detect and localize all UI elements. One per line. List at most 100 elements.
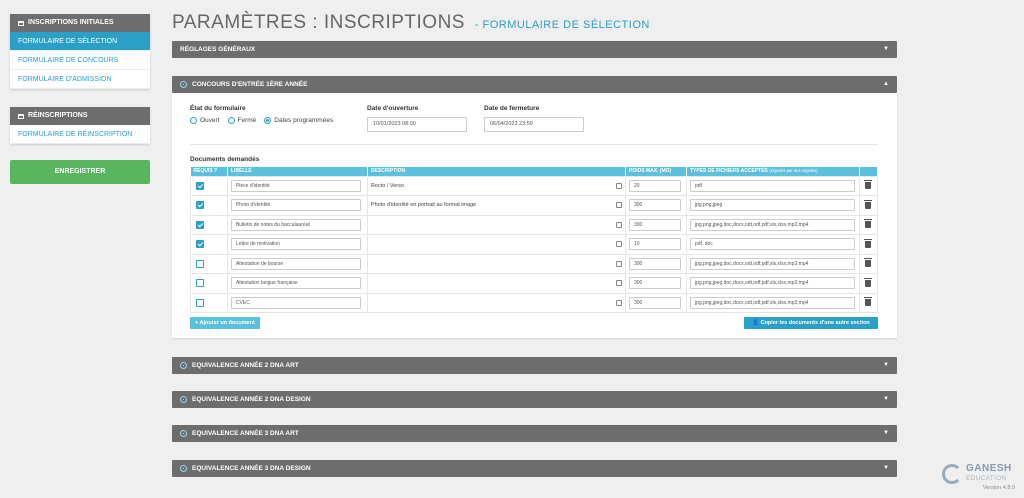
edit-icon[interactable]	[616, 202, 622, 208]
label-input[interactable]: Pièce d'identité	[230, 179, 361, 192]
caret-down-icon: ▼	[883, 396, 889, 402]
label-input[interactable]: Lettre de motivation	[230, 238, 361, 251]
label-cell: Pièce d'identité	[226, 175, 368, 196]
section-general[interactable]: RÉGLAGES GÉNÉRAUX ▼	[172, 41, 897, 58]
description-cell[interactable]: Recto / Verso	[366, 175, 627, 196]
section-equiv-2-design[interactable]: EQUIVALENCE ANNÉE 2 DNA DESIGN ▼	[172, 391, 897, 408]
weight-input[interactable]: 20	[629, 179, 681, 192]
section-equiv-3-art[interactable]: EQUIVALENCE ANNÉE 3 DNA ART ▼	[172, 425, 897, 442]
section-equiv-2-art[interactable]: EQUIVALENCE ANNÉE 2 DNA ART ▼	[172, 357, 897, 374]
divider	[190, 144, 878, 145]
edit-icon[interactable]	[616, 280, 622, 286]
trash-icon[interactable]	[864, 277, 873, 287]
section-concours-1[interactable]: CONCOURS D'ENTRÉE 1ÈRE ANNÉE ▲	[172, 76, 897, 93]
trash-icon[interactable]	[864, 199, 873, 209]
save-button[interactable]: ENREGISTRER	[10, 160, 150, 184]
description-cell[interactable]	[366, 234, 627, 255]
radio-open-dot[interactable]	[190, 117, 197, 124]
edit-icon[interactable]	[616, 221, 622, 228]
label-input[interactable]: Attestation langue française	[230, 277, 361, 290]
edit-icon[interactable]	[616, 299, 622, 306]
types-input[interactable]: jpg,png,jpeg	[689, 199, 855, 212]
types-input[interactable]: pdf	[689, 179, 855, 192]
weight-input[interactable]: 300	[629, 277, 681, 290]
trash-icon[interactable]	[864, 258, 873, 268]
sidebar-group-initial: INSCRIPTIONS INITIALES FORMULAIRE DE SÉL…	[10, 14, 150, 89]
section-equiv-3-design[interactable]: EQUIVALENCE ANNÉE 3 DNA DESIGN ▼	[172, 460, 897, 477]
table-row: Attestation langue française 300 jpg,png,j…	[190, 273, 879, 294]
section-label: EQUIVALENCE ANNÉE 3 DNA DESIGN	[192, 465, 311, 472]
weight-input[interactable]: 300	[629, 218, 681, 231]
col-actions	[859, 167, 879, 176]
types-input[interactable]: jpg,png,jpeg,doc,docx,odt,odf,pdf,xls,xl…	[689, 296, 855, 309]
radio-open-label: Ouvert	[200, 117, 220, 124]
add-document-button[interactable]: + Ajouter un document	[190, 317, 260, 329]
sidebar-header-reinscription: RÉINSCRIPTIONS	[10, 107, 150, 125]
required-checkbox[interactable]	[196, 201, 204, 210]
weight-input[interactable]: 10	[629, 238, 681, 251]
weight-input[interactable]: 300	[629, 296, 681, 309]
types-cell: jpg,png,jpeg,doc,docx,odt,odf,pdf,xls,xl…	[685, 273, 860, 294]
trash-icon[interactable]	[864, 297, 873, 307]
required-checkbox[interactable]	[196, 298, 204, 307]
section-label: EQUIVALENCE ANNÉE 2 DNA DESIGN	[192, 396, 311, 403]
radio-closed-dot[interactable]	[227, 117, 235, 124]
label-cell: Attestation de bourse	[226, 253, 368, 274]
weight-input[interactable]: 300	[629, 257, 681, 270]
label-input[interactable]: CVEC	[230, 296, 361, 309]
table-row: Lettre de motivation 10 pdf, doc	[190, 234, 879, 255]
weight-input[interactable]: 300	[629, 199, 681, 212]
edit-icon[interactable]	[616, 182, 622, 189]
required-checkbox[interactable]	[196, 279, 204, 288]
open-date-input[interactable]: 10/01/2023 08:00	[367, 117, 467, 132]
edit-icon[interactable]	[616, 260, 622, 267]
required-checkbox[interactable]	[196, 240, 204, 249]
types-input[interactable]: pdf, doc	[689, 238, 855, 251]
sidebar-item-admission[interactable]: FORMULAIRE D'ADMISSION	[10, 70, 150, 89]
list-icon	[18, 113, 24, 119]
actions-cell	[858, 253, 879, 274]
label-input[interactable]: Photo d'identité	[230, 199, 361, 212]
trash-icon[interactable]	[864, 219, 873, 229]
label-input[interactable]: Bulletin de notes du baccalauréat	[230, 218, 361, 231]
list-icon	[18, 20, 24, 26]
sidebar-item-selection[interactable]: FORMULAIRE DE SÉLECTION	[10, 32, 150, 51]
description-cell[interactable]	[366, 292, 627, 313]
open-date-label: Date d'ouverture	[367, 105, 419, 112]
page-title-main: PARAMÈTRES : INSCRIPTIONS	[172, 12, 465, 33]
actions-cell	[858, 214, 879, 235]
description-cell[interactable]	[366, 253, 627, 274]
required-cell	[190, 175, 228, 196]
close-date-input[interactable]: 06/04/2023 23:59	[484, 117, 584, 132]
label-input[interactable]: Attestation de bourse	[230, 257, 361, 270]
radio-closed[interactable]: Fermé	[227, 117, 257, 124]
radio-closed-label: Fermé	[237, 117, 257, 124]
copy-documents-button[interactable]: 👤 Copier les documents d'une autre secti…	[744, 317, 878, 329]
radio-scheduled[interactable]: Dates programmées	[264, 117, 333, 124]
types-input[interactable]: jpg,png,jpeg,doc,docx,odt,odf,pdf,xls,xl…	[689, 277, 855, 290]
description-cell[interactable]	[366, 273, 627, 294]
actions-cell	[858, 195, 879, 216]
trash-icon[interactable]	[864, 180, 873, 190]
types-input[interactable]: jpg,png,jpeg,doc,docx,odt,odf,pdf,xls,xl…	[689, 257, 855, 270]
form-state-label: État du formulaire	[190, 105, 246, 112]
required-checkbox[interactable]	[196, 259, 204, 268]
types-cell: pdf, doc	[685, 234, 860, 255]
table-row: CVEC 300 jpg,png,jpeg,doc,docx,odt,odf,pdf…	[190, 292, 879, 313]
sidebar-item-concours[interactable]: FORMULAIRE DE CONCOURS	[10, 51, 150, 70]
edit-icon[interactable]	[616, 241, 622, 247]
close-date-label: Date de fermeture	[484, 105, 540, 112]
required-checkbox[interactable]	[196, 220, 204, 229]
radio-open[interactable]: Ouvert	[190, 117, 220, 124]
trash-icon[interactable]	[864, 238, 873, 248]
required-checkbox[interactable]	[196, 181, 204, 190]
description-cell[interactable]	[366, 214, 627, 235]
sidebar-item-reinscription[interactable]: FORMULAIRE DE RÉINSCRIPTION	[10, 125, 150, 144]
description-cell[interactable]: Photo d'identité en portrait au format i…	[366, 195, 627, 216]
types-input[interactable]: jpg,png,jpeg,doc,docx,odt,odf,pdf,xls,xl…	[689, 218, 855, 231]
radio-scheduled-dot[interactable]	[264, 117, 272, 124]
weight-cell: 20	[625, 175, 687, 196]
section-panel: État du formulaire Ouvert Fermé Dates pr…	[172, 93, 897, 338]
sidebar-header-label: RÉINSCRIPTIONS	[28, 112, 88, 119]
types-cell: pdf	[685, 175, 860, 196]
